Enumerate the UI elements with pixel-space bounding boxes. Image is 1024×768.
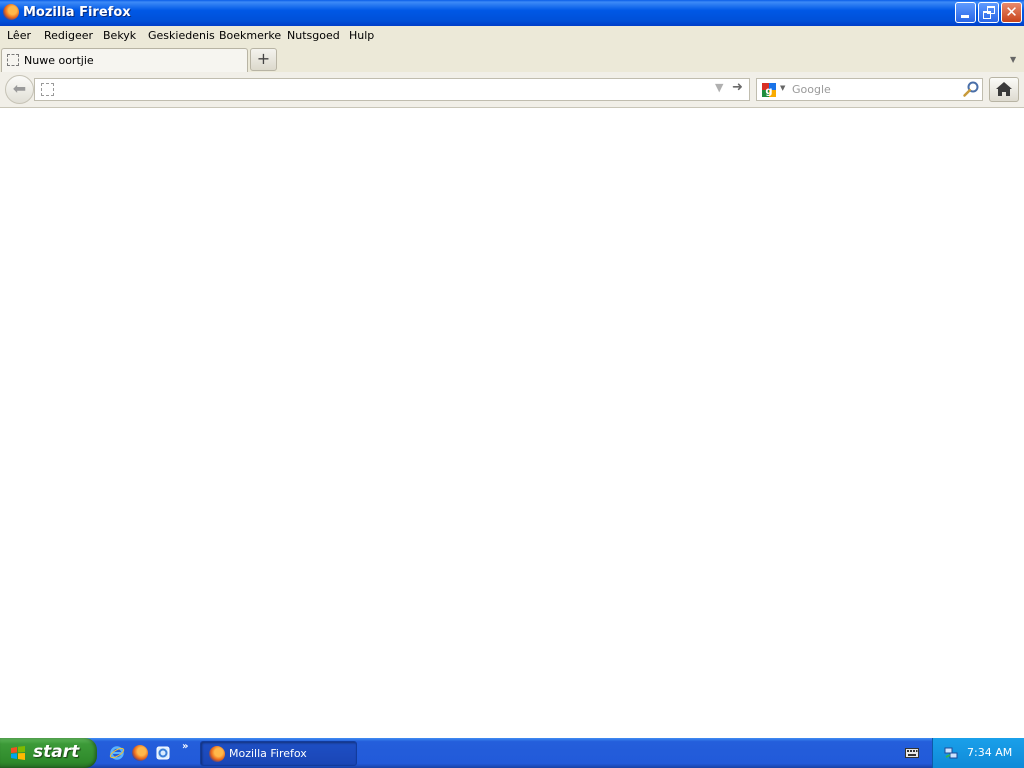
firefox-icon[interactable] xyxy=(132,745,148,761)
menu-view[interactable]: Bekyk xyxy=(103,29,136,42)
start-button[interactable]: start xyxy=(0,738,97,768)
engine-dropdown-icon[interactable]: ▼ xyxy=(780,84,785,92)
internet-explorer-icon[interactable] xyxy=(109,745,125,761)
network-icon[interactable] xyxy=(943,745,959,761)
system-tray: 7:34 AM xyxy=(932,738,1024,768)
restore-icon-back xyxy=(987,6,995,14)
close-button[interactable]: ✕ xyxy=(1001,2,1022,23)
title-bar[interactable]: Mozilla Firefox ✕ xyxy=(0,0,1024,26)
menu-edit[interactable]: Redigeer xyxy=(44,29,93,42)
magnifier-icon[interactable] xyxy=(962,80,980,98)
google-icon[interactable]: g xyxy=(761,82,777,98)
windows-logo-icon xyxy=(11,746,25,760)
taskbar: start » Mozilla Firefox 7:34 AM xyxy=(0,738,1024,768)
menu-history[interactable]: Geskiedenis xyxy=(148,29,215,42)
firefox-icon xyxy=(3,4,19,20)
clock[interactable]: 7:34 AM xyxy=(967,746,1012,759)
window-title: Mozilla Firefox xyxy=(23,5,131,20)
go-arrow-icon[interactable]: ➜ xyxy=(732,80,743,95)
navigation-toolbar: ▼ ➜ ⬅ g ▼ xyxy=(0,72,1024,108)
page-content[interactable] xyxy=(0,108,1024,738)
quick-launch-chevron-icon[interactable]: » xyxy=(182,741,188,752)
menu-bar: Lêer Redigeer Bekyk Geskiedenis Boekmerk… xyxy=(0,26,1024,46)
tab-new-tab[interactable]: Nuwe oortjie xyxy=(1,48,248,72)
all-tabs-dropdown-icon[interactable]: ▼ xyxy=(1010,55,1016,64)
plus-icon: + xyxy=(256,49,271,68)
firefox-icon xyxy=(209,746,225,762)
svg-text:g: g xyxy=(765,86,772,97)
site-identity-icon[interactable] xyxy=(41,83,54,96)
search-input[interactable] xyxy=(792,81,952,98)
blank-page-icon xyxy=(7,54,19,66)
minimize-icon xyxy=(961,15,969,18)
restore-button[interactable] xyxy=(978,2,999,23)
tab-label: Nuwe oortjie xyxy=(24,54,94,67)
history-dropdown-icon[interactable]: ▼ xyxy=(715,81,723,94)
show-desktop-icon[interactable] xyxy=(155,745,171,761)
new-tab-button[interactable]: + xyxy=(250,48,277,71)
menu-bookmarks[interactable]: Boekmerke xyxy=(219,29,281,42)
url-bar[interactable]: ▼ ➜ xyxy=(34,78,750,101)
taskbar-button-firefox[interactable]: Mozilla Firefox xyxy=(200,741,357,766)
menu-file[interactable]: Lêer xyxy=(7,29,31,42)
close-icon: ✕ xyxy=(1005,3,1018,21)
menu-tools[interactable]: Nutsgoed xyxy=(287,29,340,42)
tab-strip: Nuwe oortjie + ▼ xyxy=(0,46,1024,72)
url-input[interactable] xyxy=(63,81,703,98)
back-button[interactable]: ⬅ xyxy=(5,75,34,104)
home-icon xyxy=(996,82,1012,96)
back-arrow-icon: ⬅ xyxy=(12,79,27,98)
home-button[interactable] xyxy=(989,77,1019,102)
search-bar[interactable]: g ▼ xyxy=(756,78,983,101)
minimize-button[interactable] xyxy=(955,2,976,23)
menu-help[interactable]: Hulp xyxy=(349,29,374,42)
start-label: start xyxy=(33,742,80,762)
taskbar-button-label: Mozilla Firefox xyxy=(229,747,307,760)
keyboard-icon[interactable] xyxy=(905,748,919,758)
